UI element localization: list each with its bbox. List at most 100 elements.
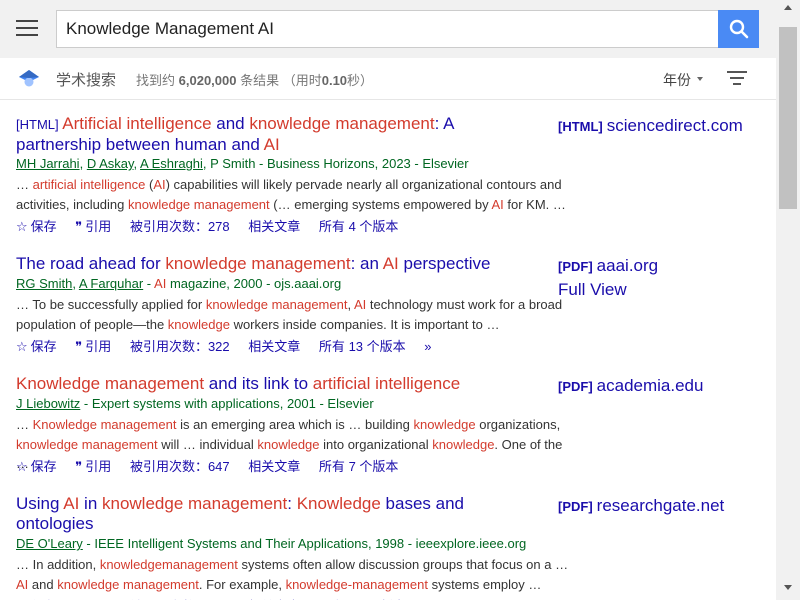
cite-button[interactable]: ❞引用 <box>75 219 111 235</box>
result-snippet: … artificial intelligence (AI) capabilit… <box>16 175 576 214</box>
all-versions-link[interactable]: 所有 4 个版本 <box>319 219 399 234</box>
versions-suffix: 个版本 <box>366 339 406 354</box>
search-input[interactable] <box>56 10 718 48</box>
author-link[interactable]: RG Smith <box>16 276 72 291</box>
source-domain[interactable]: academia.edu <box>597 376 704 395</box>
venue: - IEEE Intelligent Systems and Their App… <box>82 536 527 551</box>
title-part: AI <box>263 134 280 154</box>
file-type-tag: [PDF] <box>558 379 593 394</box>
result-title-link[interactable]: [HTML] Artificial intelligence and knowl… <box>16 114 541 154</box>
cite-button[interactable]: ❞引用 <box>75 339 111 355</box>
full-text-link[interactable]: [HTML] sciencedirect.com <box>558 114 743 138</box>
star-icon: ☆ <box>16 460 28 475</box>
all-versions-link[interactable]: 所有 7 个版本 <box>319 459 399 474</box>
result-title-link[interactable]: The road ahead for knowledge management:… <box>16 254 541 274</box>
search-icon <box>729 19 749 39</box>
title-part: knowledge management <box>165 254 351 273</box>
source-domain[interactable]: researchgate.net <box>597 496 725 515</box>
snippet-part: will … individual <box>157 436 258 452</box>
save-button[interactable]: ☆保存 <box>16 459 57 475</box>
related-articles-link[interactable]: 相关文章 <box>248 459 300 474</box>
author-link[interactable]: A Eshraghi <box>140 156 203 171</box>
versions-prefix: 所有 <box>318 219 345 234</box>
title-part: knowledge management <box>102 494 288 513</box>
title-part: AI <box>63 494 80 513</box>
title-part: : an <box>350 254 383 273</box>
menu-icon[interactable] <box>16 20 38 38</box>
double-chevron-icon[interactable]: » <box>424 339 431 354</box>
scroll-thumb[interactable] <box>779 27 797 209</box>
snippet-part: . For example, <box>198 576 286 592</box>
title-part: Using <box>16 494 64 513</box>
snippet-part: AI <box>353 297 367 312</box>
author-link[interactable]: J Liebowitz <box>16 396 80 411</box>
year-filter-dropdown[interactable]: 年份 <box>663 70 703 90</box>
snippet-part: systems employ … <box>427 576 542 592</box>
source-domain[interactable]: sciencedirect.com <box>607 116 743 135</box>
file-type-tag: [PDF] <box>558 259 593 274</box>
cite-button[interactable]: ❞引用 <box>75 459 112 475</box>
related-articles-link[interactable]: 相关文章 <box>248 219 300 234</box>
cited-by-link[interactable]: 被引用次数：647 <box>130 459 230 474</box>
filter-icon[interactable] <box>727 71 747 85</box>
cited-prefix: 被引用次数： <box>129 339 208 354</box>
result-title-link[interactable]: Knowledge management and its link to art… <box>16 374 541 394</box>
title-part: perspective <box>398 254 491 273</box>
cited-prefix: 被引用次数： <box>129 219 208 234</box>
stats-middle: 条结果 （用时 <box>240 73 322 88</box>
snippet-part: … To be successfully applied for <box>16 297 206 312</box>
title-part: and its link to <box>204 374 313 393</box>
scroll-down-button[interactable] <box>776 577 800 600</box>
scroll-up-button[interactable] <box>776 0 800 17</box>
author-link[interactable]: A Farquhar <box>79 276 143 291</box>
save-button[interactable]: ☆保存 <box>16 339 57 355</box>
stats-time: 0.10 <box>321 73 348 88</box>
author-link[interactable]: MH Jarrahi <box>16 156 80 171</box>
snippet-part: … <box>16 417 33 432</box>
versions-prefix: 所有 <box>318 339 345 354</box>
scholar-logo-icon[interactable] <box>18 68 40 90</box>
snippet-part: AI <box>153 177 166 192</box>
cited-by-link[interactable]: 被引用次数：278 <box>130 219 230 234</box>
save-button[interactable]: ☆保存 <box>16 219 57 235</box>
arrow-down-icon <box>784 585 792 590</box>
result-title-link[interactable]: Using AI in knowledge management: Knowle… <box>16 494 486 533</box>
file-type-tag: [PDF] <box>558 499 593 514</box>
related-articles-link[interactable]: 相关文章 <box>248 339 300 354</box>
results-toolbar: 学术搜索 找到约 6,020,000 条结果 （用时0.10秒） 年份 <box>0 58 776 100</box>
author-link[interactable]: D Askay <box>87 156 134 171</box>
snippet-part: knowledge management <box>128 196 270 212</box>
search-header <box>0 0 776 58</box>
scholar-title[interactable]: 学术搜索 <box>56 69 116 90</box>
save-label: 保存 <box>30 219 57 234</box>
snippet-part: AI <box>491 196 504 212</box>
author-name: P Smith <box>210 156 256 171</box>
stats-count: 6,020,000 <box>178 73 237 88</box>
snippet-part: workers inside companies. It is importan… <box>229 316 500 332</box>
snippet-part: knowledge-management <box>285 576 428 592</box>
source-domain[interactable]: aaai.org <box>597 256 658 275</box>
search-button[interactable] <box>718 10 759 48</box>
title-part: The road ahead for <box>16 254 166 273</box>
result-actions: ☆ 保存 ❞ 引用 被引用次数：322 相关文章 所有 13 个版本 » <box>16 336 447 355</box>
snippet-part: knowledge <box>413 417 476 432</box>
scrollbar[interactable] <box>776 0 800 600</box>
versions-count: 13 <box>348 339 364 354</box>
full-text-link[interactable]: [PDF] academia.edu <box>558 374 703 398</box>
snippet-part: knowledge <box>432 436 495 452</box>
stats-prefix: 找到约 <box>136 73 176 88</box>
cite-label: 引用 <box>85 459 112 474</box>
full-text-link[interactable]: [PDF] aaai.org Full View <box>558 254 658 301</box>
snippet-part: knowledge <box>257 436 320 452</box>
star-icon: ☆ <box>16 340 28 355</box>
snippet-part: knowledge <box>167 316 230 332</box>
cited-by-link[interactable]: 被引用次数：322 <box>130 339 230 354</box>
venue-part: magazine, 2000 - ojs.aaai.org <box>166 276 342 291</box>
all-versions-link[interactable]: 所有 13 个版本 <box>319 339 406 354</box>
snippet-part: into organizational <box>319 436 433 452</box>
full-text-link[interactable]: [PDF] researchgate.net <box>558 494 724 518</box>
star-icon: ☆ <box>16 220 28 235</box>
author-link[interactable]: DE O'Leary <box>16 536 83 551</box>
snippet-part: … <box>16 177 33 192</box>
result-actions: ☆保存 ❞引用 被引用次数：179 相关文章 所有 10 个版本 <box>16 596 421 600</box>
